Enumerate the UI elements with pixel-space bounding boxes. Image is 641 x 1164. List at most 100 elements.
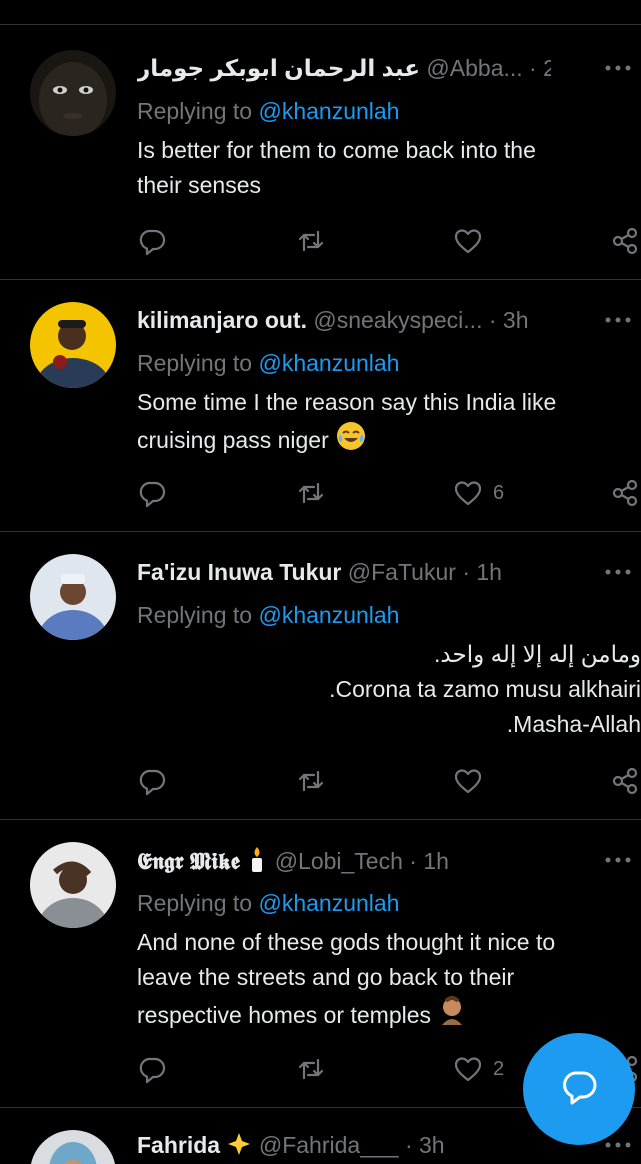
tweet-actions	[0, 224, 641, 258]
display-name[interactable]: Fahrida	[137, 1132, 220, 1158]
heart-icon	[453, 1054, 483, 1084]
reply-button[interactable]	[137, 224, 167, 258]
tweet-text-line: their senses	[137, 172, 262, 198]
share-icon	[610, 478, 640, 508]
display-name[interactable]: Fa'izu Inuwa Tukur	[137, 559, 341, 585]
replying-to: Replying to @khanzunlah	[137, 348, 399, 378]
retweet-icon	[296, 1054, 326, 1084]
avatar[interactable]	[30, 554, 116, 640]
reply-button[interactable]	[137, 1052, 167, 1086]
user-handle[interactable]: @Fahrida___	[259, 1132, 399, 1158]
reply-button[interactable]	[137, 476, 167, 510]
retweet-icon	[296, 478, 326, 508]
like-button[interactable]: 6	[453, 476, 504, 510]
top-divider	[0, 0, 641, 28]
avatar[interactable]	[30, 842, 116, 928]
like-button[interactable]: 2	[453, 1052, 504, 1086]
reply-icon	[137, 226, 167, 256]
more-icon[interactable]	[603, 310, 633, 330]
share-button[interactable]	[610, 764, 640, 798]
tweet-2[interactable]: kilimanjaro out. @sneakyspeci... · 3h Re…	[0, 280, 641, 532]
tweet-text: ومامن إله إلا إله واحد. .Corona ta zamo …	[137, 637, 641, 742]
share-icon	[610, 766, 640, 796]
timestamp[interactable]: · 3h	[405, 1132, 445, 1158]
tweet-text: And none of these gods thought it nice t…	[137, 925, 611, 1037]
compose-reply-icon	[559, 1067, 599, 1112]
display-name[interactable]: 𝕰𝖓𝖌𝖗 𝕸𝖎𝖐𝖊	[137, 848, 240, 874]
timestamp[interactable]: · 1h	[462, 559, 502, 585]
replying-prefix: Replying to	[137, 98, 253, 124]
facepalm-emoji-icon	[437, 995, 467, 1037]
mention-link[interactable]: @khanzunlah	[258, 350, 399, 376]
tweet-text-line: And none of these gods thought it nice t…	[137, 929, 556, 955]
timestamp[interactable]: · 20m	[529, 55, 551, 81]
tweet-text-line: Is better for them to come back into the	[137, 137, 536, 163]
tweet-text-line: ومامن إله إلا إله واحد.	[434, 641, 641, 667]
retweet-icon	[296, 766, 326, 796]
reply-icon	[137, 1054, 167, 1084]
tweet-header: kilimanjaro out. @sneakyspeci... · 3h	[137, 305, 551, 335]
display-name[interactable]: kilimanjaro out.	[137, 307, 307, 333]
compose-reply-button[interactable]	[523, 1033, 635, 1145]
tweet-header: 𝕰𝖓𝖌𝖗 𝕸𝖎𝖐𝖊 @Lobi_Tech · 1h	[137, 845, 551, 875]
retweet-button[interactable]	[296, 476, 326, 510]
tweet-text-line: .Corona ta zamo musu alkhairi	[329, 676, 641, 702]
retweet-button[interactable]	[296, 224, 326, 258]
replying-to: Replying to @khanzunlah	[137, 600, 399, 630]
tweet-1[interactable]: عبد الرحمان ابوبكر جومار @Abba... · 20m …	[0, 28, 641, 280]
like-button[interactable]	[453, 224, 493, 258]
mention-link[interactable]: @khanzunlah	[258, 890, 399, 916]
user-handle[interactable]: @FaTukur	[348, 559, 456, 585]
more-icon[interactable]	[603, 562, 633, 582]
tears-of-joy-emoji-icon	[335, 420, 367, 462]
retweet-button[interactable]	[296, 764, 326, 798]
like-count: 6	[493, 481, 505, 504]
reply-icon	[137, 766, 167, 796]
tweet-text-line-3: respective homes or temples	[137, 995, 611, 1037]
tweet-text-line: .Masha-Allah	[506, 711, 641, 737]
like-button[interactable]	[453, 764, 493, 798]
mention-link[interactable]: @khanzunlah	[258, 602, 399, 628]
timestamp[interactable]: · 1h	[409, 848, 449, 874]
tweet-header: Fa'izu Inuwa Tukur @FaTukur · 1h	[137, 557, 551, 587]
share-icon	[610, 226, 640, 256]
tweet-text: Is better for them to come back into the…	[137, 133, 611, 203]
more-icon[interactable]	[603, 58, 633, 78]
tweet-header: Fahrida @Fahrida___ · 3h	[137, 1130, 551, 1160]
heart-icon	[453, 478, 483, 508]
heart-icon	[453, 766, 483, 796]
retweet-icon	[296, 226, 326, 256]
replying-prefix: Replying to	[137, 350, 253, 376]
user-handle[interactable]: @Abba...	[426, 55, 522, 81]
display-name[interactable]: عبد الرحمان ابوبكر جومار	[137, 55, 420, 81]
retweet-button[interactable]	[296, 1052, 326, 1086]
avatar[interactable]	[30, 50, 116, 136]
tweet-text-line: Some time I the reason say this India li…	[137, 389, 557, 415]
tweet-text: Some time I the reason say this India li…	[137, 385, 611, 462]
reply-icon	[137, 478, 167, 508]
replying-prefix: Replying to	[137, 602, 253, 628]
avatar[interactable]	[30, 302, 116, 388]
avatar[interactable]	[30, 1130, 116, 1164]
replying-prefix: Replying to	[137, 890, 253, 916]
tweet-header: عبد الرحمان ابوبكر جومار @Abba... · 20m	[137, 53, 551, 83]
tweet-text-line: respective homes or temples	[137, 1002, 432, 1028]
more-icon[interactable]	[603, 1135, 633, 1155]
share-button[interactable]	[610, 224, 640, 258]
user-handle[interactable]: @sneakyspeci...	[313, 307, 482, 333]
tweet-text-line: leave the streets and go back to their	[137, 964, 515, 990]
mention-link[interactable]: @khanzunlah	[258, 98, 399, 124]
candle-emoji-icon	[246, 845, 268, 875]
tweet-3[interactable]: Fa'izu Inuwa Tukur @FaTukur · 1h Replyin…	[0, 532, 641, 820]
reply-button[interactable]	[137, 764, 167, 798]
replying-to: Replying to @khanzunlah	[137, 888, 399, 918]
tweet-actions: 6	[0, 476, 641, 510]
more-icon[interactable]	[603, 850, 633, 870]
share-button[interactable]	[610, 476, 640, 510]
replying-to: Replying to @khanzunlah	[137, 96, 399, 126]
tweet-text-line-2: cruising pass niger	[137, 420, 611, 462]
tweet-text-line: cruising pass niger	[137, 427, 329, 453]
timestamp[interactable]: · 3h	[489, 307, 529, 333]
user-handle[interactable]: @Lobi_Tech	[275, 848, 403, 874]
like-count: 2	[493, 1057, 505, 1080]
